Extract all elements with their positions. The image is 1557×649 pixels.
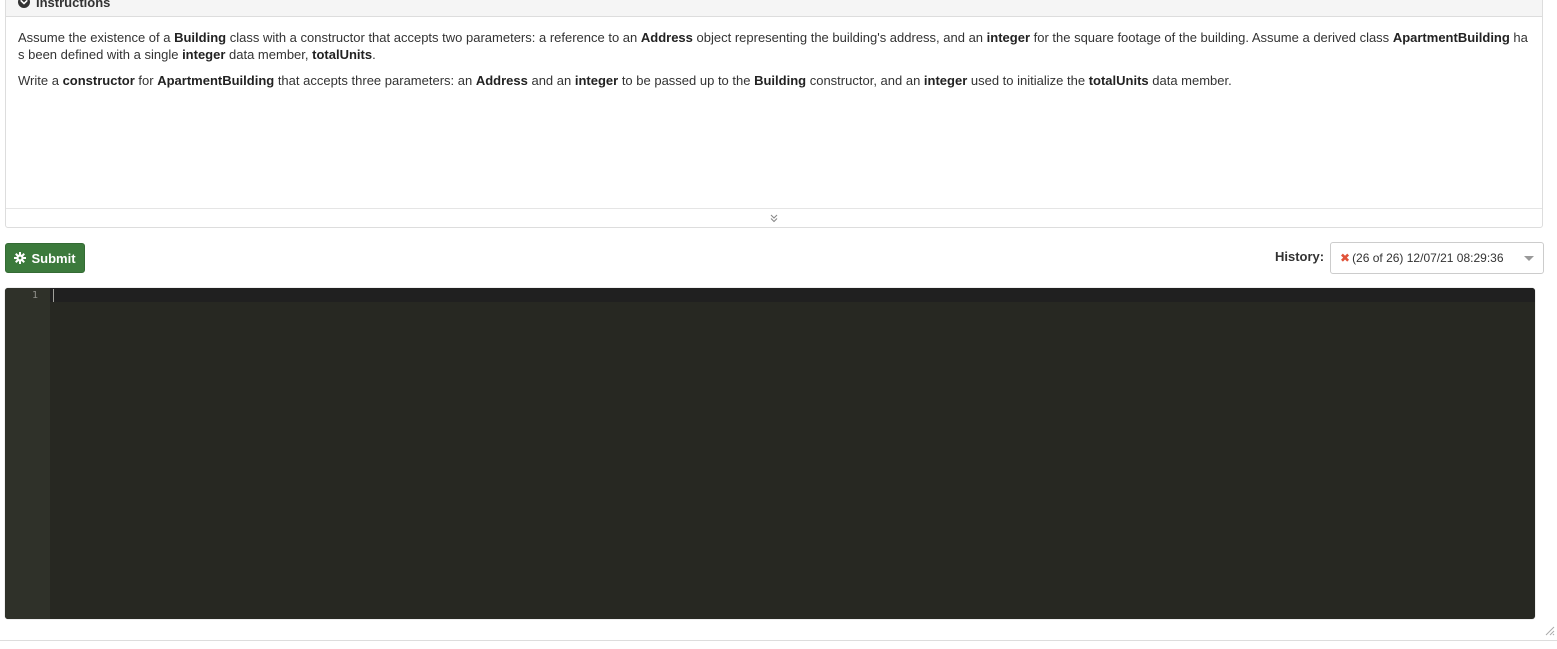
keyword-text: Building xyxy=(174,30,227,45)
code-input[interactable] xyxy=(50,288,1535,619)
code-editor[interactable]: 1 xyxy=(5,288,1535,619)
submit-button[interactable]: Submit xyxy=(5,243,85,273)
instruction-text: parameters xyxy=(384,73,451,88)
instruction-text: to be passed up to the xyxy=(618,73,755,88)
instruction-text: , and an xyxy=(873,73,924,88)
instruction-text: with a xyxy=(259,30,301,45)
instruction-text: representing the building's address, and… xyxy=(731,30,987,45)
instructions-expand-toggle[interactable] xyxy=(6,208,1542,227)
chevron-circle-down-icon xyxy=(18,0,30,8)
resize-handle-icon[interactable] xyxy=(1543,624,1555,636)
instruction-text: the existence of a xyxy=(64,30,175,45)
instruction-text: used to xyxy=(967,73,1018,88)
instruction-text: : a reference to an xyxy=(531,30,641,45)
keyword-text: ApartmentBuilding xyxy=(157,73,275,88)
editor-gutter: 1 xyxy=(5,288,50,619)
instruction-text: for the square footage of the building. xyxy=(1030,30,1252,45)
instructions-body: Assume the existence of a Building class… xyxy=(6,17,1542,89)
keyword-text: totalUnits xyxy=(1088,73,1149,88)
keyword-text: constructor xyxy=(62,73,135,88)
instruction-text: for xyxy=(134,73,158,88)
double-chevron-down-icon xyxy=(770,214,778,223)
gear-icon xyxy=(14,252,27,264)
instruction-text: that accepts two xyxy=(364,30,466,45)
instruction-text: a derived xyxy=(1298,30,1360,45)
keyword-text: Address xyxy=(475,73,528,88)
instruction-text: object xyxy=(692,30,732,45)
divider xyxy=(0,640,1557,641)
history-label: History: xyxy=(1275,249,1325,264)
line-number: 1 xyxy=(31,290,38,301)
instruction-text: and an xyxy=(527,73,575,88)
history-selected-value: (26 of 26) 12/07/21 08:29:36 xyxy=(1352,251,1504,265)
keyword-text: ApartmentBuilding xyxy=(1392,30,1510,45)
keyword-text: integer xyxy=(182,47,226,62)
submit-label: Submit xyxy=(31,250,76,266)
instruction-text: class xyxy=(226,30,260,45)
exercise-page: Instructions Assume the existence of a B… xyxy=(0,0,1557,649)
instructions-paragraph-1: Assume the existence of a Building class… xyxy=(18,29,1530,63)
x-icon: ✖ xyxy=(1340,251,1351,265)
instruction-text: . xyxy=(372,47,376,62)
instruction-text: class xyxy=(1359,30,1390,45)
instruction-text: parameters xyxy=(466,30,532,45)
keyword-text: integer xyxy=(574,73,619,88)
chevron-down-icon xyxy=(1524,256,1534,261)
keyword-text: integer xyxy=(986,30,1030,45)
instruction-text: Write a xyxy=(18,73,63,88)
instruction-text: : an xyxy=(450,73,476,88)
history-dropdown[interactable]: ✖ (26 of 26) 12/07/21 08:29:36 xyxy=(1330,242,1544,274)
keyword-text: Address xyxy=(640,30,693,45)
text-cursor xyxy=(53,289,54,302)
instruction-text: data member. xyxy=(1148,73,1232,88)
instructions-panel: Instructions Assume the existence of a B… xyxy=(5,0,1543,228)
instruction-text: the xyxy=(1063,73,1089,88)
instruction-text: constructor xyxy=(300,30,365,45)
instruction-text: data member, xyxy=(225,47,313,62)
keyword-text: Building xyxy=(754,73,807,88)
instruction-text: Assume xyxy=(18,30,65,45)
instruction-text: constructor xyxy=(809,73,874,88)
instructions-paragraph-2: Write a constructor for ApartmentBuildin… xyxy=(18,72,1530,89)
instructions-heading[interactable]: Instructions xyxy=(6,0,1542,17)
instruction-text: that accepts three xyxy=(274,73,385,88)
instruction-text: initialize xyxy=(1017,73,1064,88)
keyword-text: integer xyxy=(923,73,968,88)
instruction-text: Assume xyxy=(1251,30,1299,45)
instructions-title: Instructions xyxy=(36,0,111,10)
keyword-text: totalUnits xyxy=(312,47,373,62)
